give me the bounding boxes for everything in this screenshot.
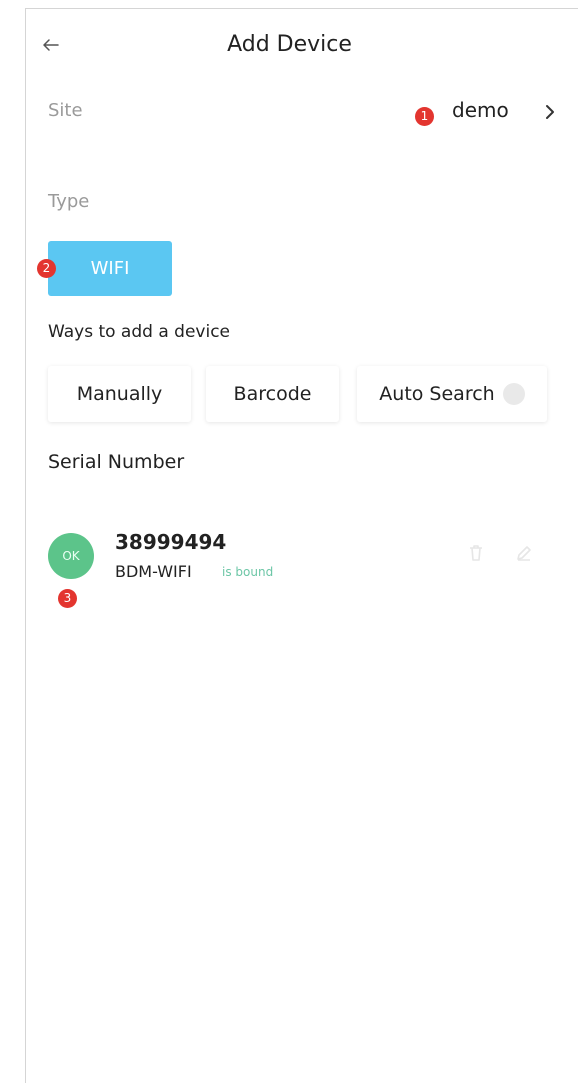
trash-icon[interactable] xyxy=(466,543,486,563)
site-label: Site xyxy=(48,100,83,121)
chevron-right-icon[interactable] xyxy=(544,104,556,120)
auto-search-button[interactable]: Auto Search xyxy=(357,366,547,422)
screen-frame xyxy=(25,8,578,1083)
manually-label: Manually xyxy=(76,383,163,405)
info-icon[interactable] xyxy=(502,383,525,405)
type-label: Type xyxy=(48,191,90,212)
auto-search-label: Auto Search xyxy=(379,383,495,405)
edit-icon[interactable] xyxy=(514,543,534,563)
annotation-marker-1: 1 xyxy=(415,107,434,126)
site-value[interactable]: demo xyxy=(452,98,509,122)
ways-label: Ways to add a device xyxy=(48,322,230,342)
type-wifi-button[interactable]: WIFI xyxy=(48,241,172,296)
type-wifi-label: WIFI xyxy=(90,258,130,279)
device-type: BDM-WIFI xyxy=(115,562,192,581)
device-bound-status: is bound xyxy=(222,565,274,579)
annotation-marker-2: 2 xyxy=(37,259,56,278)
barcode-button[interactable]: Barcode xyxy=(206,366,339,422)
page-title: Add Device xyxy=(227,32,352,57)
manually-button[interactable]: Manually xyxy=(48,366,191,422)
device-serial-number: 38999494 xyxy=(115,530,227,554)
device-status-avatar: OK xyxy=(48,533,94,579)
barcode-label: Barcode xyxy=(233,383,312,405)
annotation-marker-3: 3 xyxy=(58,589,77,608)
device-status-text: OK xyxy=(62,549,80,563)
serial-number-label: Serial Number xyxy=(48,451,185,473)
